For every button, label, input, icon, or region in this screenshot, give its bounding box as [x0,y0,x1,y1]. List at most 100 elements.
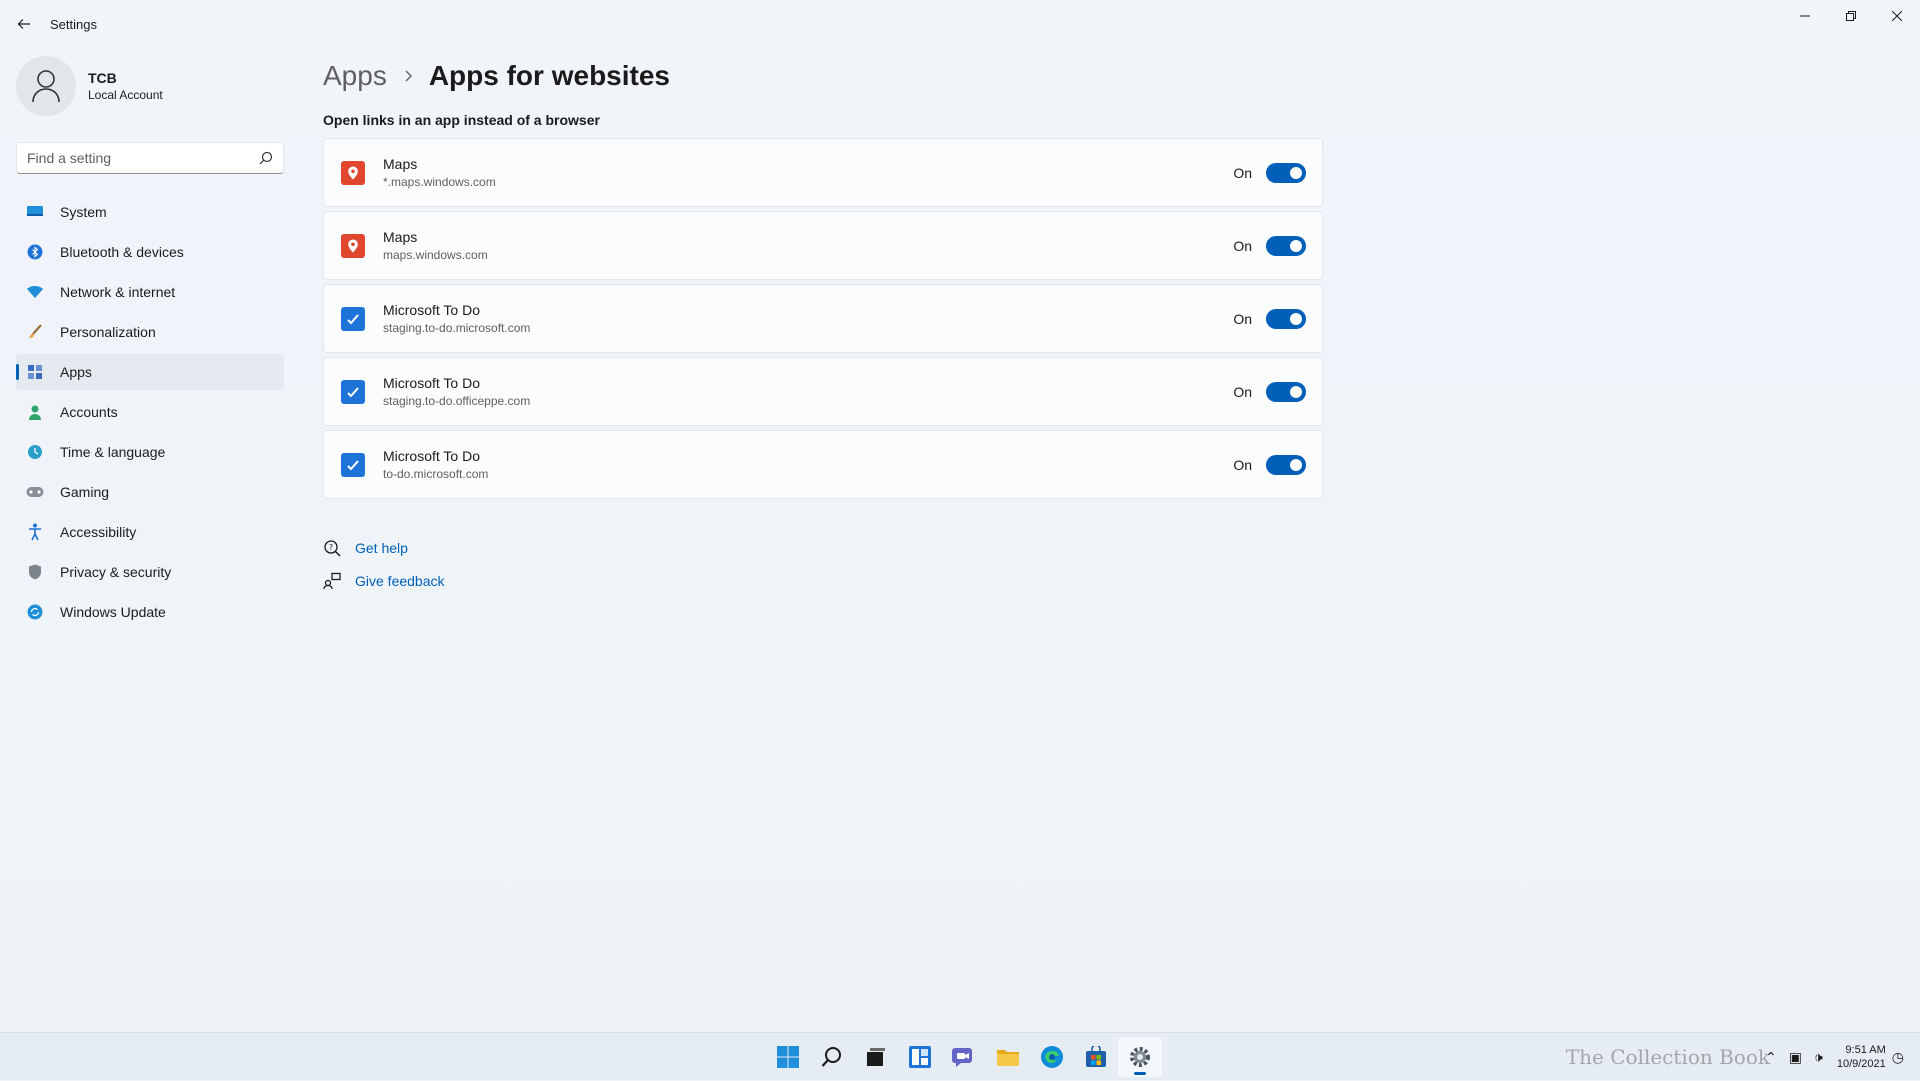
close-icon [1892,11,1902,21]
brush-icon [26,323,44,341]
task-view-button[interactable] [854,1037,898,1077]
list-item: Maps maps.windows.com On [323,211,1323,280]
app-toggle[interactable] [1266,162,1306,183]
search-input[interactable] [17,150,247,166]
avatar [16,56,76,116]
restore-icon [1846,11,1856,21]
sidebar-item-label: Personalization [60,324,156,340]
sidebar-item-windows-update[interactable]: Windows Update [16,594,284,630]
app-toggle[interactable] [1266,381,1306,402]
app-domain: maps.windows.com [383,248,488,262]
sidebar-item-label: Bluetooth & devices [60,244,184,260]
sidebar-item-accounts[interactable]: Accounts [16,394,284,430]
sidebar-item-privacy[interactable]: Privacy & security [16,554,284,590]
sidebar-item-accessibility[interactable]: Accessibility [16,514,284,550]
search-icon[interactable] [259,151,273,165]
list-item: Microsoft To Do staging.to-do.officeppe.… [323,357,1323,426]
profile-account-type: Local Account [88,88,163,102]
chevron-right-icon [403,69,413,83]
time-language-icon [26,443,44,461]
breadcrumb: Apps Apps for websites [323,56,670,96]
system-icon [26,203,44,221]
page-title: Apps for websites [428,60,670,91]
start-button[interactable] [766,1037,810,1077]
sidebar-nav: System Bluetooth & devices Network & int… [16,194,284,634]
feedback-icon [323,572,341,590]
widgets-button[interactable] [898,1037,942,1077]
sidebar-item-apps[interactable]: Apps [16,354,284,390]
network-icon [26,283,44,301]
app-name: Microsoft To Do [383,448,480,464]
section-label: Open links in an app instead of a browse… [323,112,600,128]
app-toggle[interactable] [1266,454,1306,475]
sidebar-item-network[interactable]: Network & internet [16,274,284,310]
network-status-icon[interactable]: ▣ [1789,1049,1802,1066]
taskbar-search-button[interactable] [810,1037,854,1077]
toggle-knob [1290,385,1302,398]
edge-button[interactable] [1030,1037,1074,1077]
notification-icon[interactable]: ◷ [1892,1049,1904,1066]
person-icon [32,70,60,103]
minimize-button[interactable] [1782,0,1828,32]
clock[interactable]: 9:51 AM 10/9/2021 [1837,1043,1886,1071]
give-feedback-label[interactable]: Give feedback [355,573,445,589]
maps-icon [341,160,365,185]
toggle-knob [1290,166,1302,179]
sidebar-item-label: Accounts [60,404,118,420]
clock-date: 10/9/2021 [1836,1058,1886,1070]
store-button[interactable] [1074,1037,1118,1077]
help-links: ? Get help Give feedback [323,531,445,597]
app-domain: to-do.microsoft.com [383,467,489,481]
sidebar-item-bluetooth[interactable]: Bluetooth & devices [16,234,284,270]
store-icon [1086,1046,1106,1067]
user-profile[interactable]: TCB Local Account [16,56,163,116]
toggle-knob [1290,312,1302,325]
profile-name: TCB [88,70,117,86]
back-button[interactable] [12,12,36,36]
minimize-icon [1800,15,1810,17]
settings-window: Settings TCB Local Account System [0,0,1920,1032]
toggle-state-label: On [1233,383,1252,400]
list-item: Maps *.maps.windows.com On [323,138,1323,207]
accounts-icon [26,403,44,421]
toggle-state-label: On [1233,164,1252,181]
toggle-knob [1290,458,1302,471]
chat-button[interactable] [942,1037,986,1077]
close-button[interactable] [1874,0,1920,32]
get-help-link[interactable]: ? Get help [323,531,445,564]
todo-icon [341,379,365,404]
sidebar-item-time-language[interactable]: Time & language [16,434,284,470]
chat-icon [952,1048,972,1067]
update-icon [26,603,44,621]
get-help-label[interactable]: Get help [355,540,408,556]
taskbar: ⌃ ▣ 🕩 9:51 AM 10/9/2021 ◷ The Collection… [0,1032,1920,1080]
sidebar-item-gaming[interactable]: Gaming [16,474,284,510]
app-name: Maps [383,229,418,245]
task-view-icon [867,1048,885,1066]
app-name: Microsoft To Do [383,375,480,391]
give-feedback-link[interactable]: Give feedback [323,564,445,597]
sidebar-item-label: Apps [60,364,92,380]
list-item: Microsoft To Do to-do.microsoft.com On [323,430,1323,499]
sidebar-item-label: Accessibility [60,524,137,540]
maps-icon [341,233,365,258]
bluetooth-icon [26,243,44,261]
toggle-state-label: On [1233,456,1252,473]
sidebar-item-personalization[interactable]: Personalization [16,314,284,350]
settings-taskbar-button[interactable] [1118,1037,1162,1077]
sidebar-item-label: Privacy & security [60,564,172,580]
taskbar-apps [766,1037,1162,1077]
volume-icon[interactable]: 🕩 [1814,1049,1823,1066]
start-icon [777,1046,799,1068]
restore-button[interactable] [1828,0,1874,32]
breadcrumb-parent[interactable]: Apps [323,60,387,92]
app-toggle[interactable] [1266,308,1306,329]
sidebar-item-label: Network & internet [60,284,176,300]
accessibility-icon [26,523,44,541]
app-toggle[interactable] [1266,235,1306,256]
file-explorer-button[interactable] [986,1037,1030,1077]
toggle-state-label: On [1233,310,1252,327]
sidebar-item-system[interactable]: System [16,194,284,230]
sidebar-item-label: Windows Update [60,604,166,620]
window-title: Settings [50,17,97,32]
